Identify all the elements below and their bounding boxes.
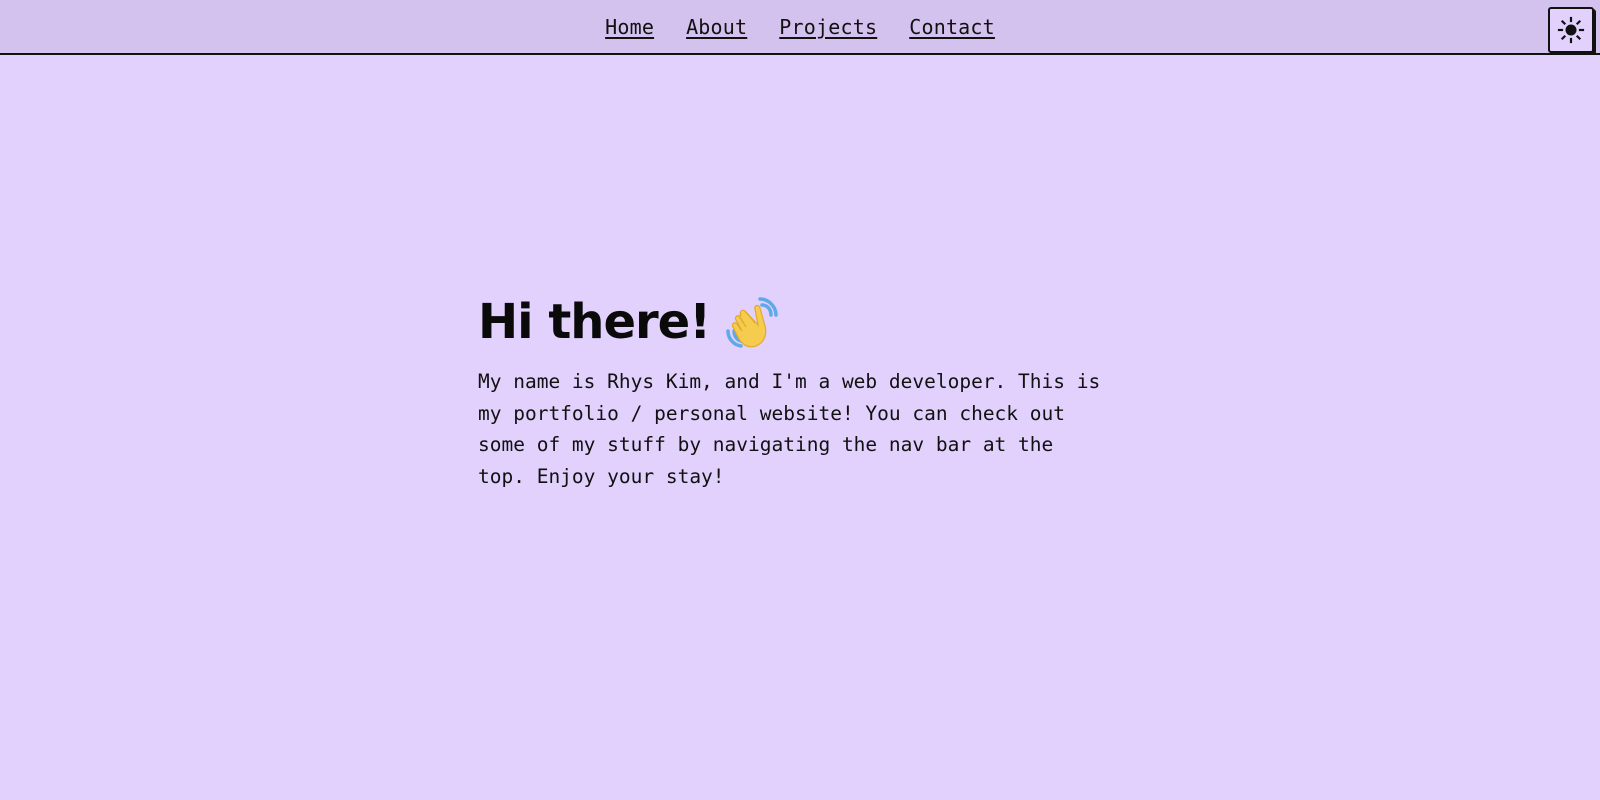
nav-links: Home About Projects Contact xyxy=(0,0,1600,53)
hero-title: Hi there! xyxy=(478,294,711,350)
top-navbar: Home About Projects Contact xyxy=(0,0,1600,55)
theme-toggle-button[interactable] xyxy=(1548,7,1594,53)
nav-link-contact[interactable]: Contact xyxy=(909,15,995,39)
nav-link-about[interactable]: About xyxy=(686,15,747,39)
nav-link-home[interactable]: Home xyxy=(605,15,654,39)
hero-section: Hi there! My name is Rhys Kim, and I'm a… xyxy=(478,292,1118,492)
waving-hand-icon xyxy=(724,293,782,351)
nav-link-projects[interactable]: Projects xyxy=(779,15,877,39)
sun-icon xyxy=(1557,16,1585,44)
hero-heading: Hi there! xyxy=(478,292,1118,352)
hero-intro-text: My name is Rhys Kim, and I'm a web devel… xyxy=(478,370,1101,488)
